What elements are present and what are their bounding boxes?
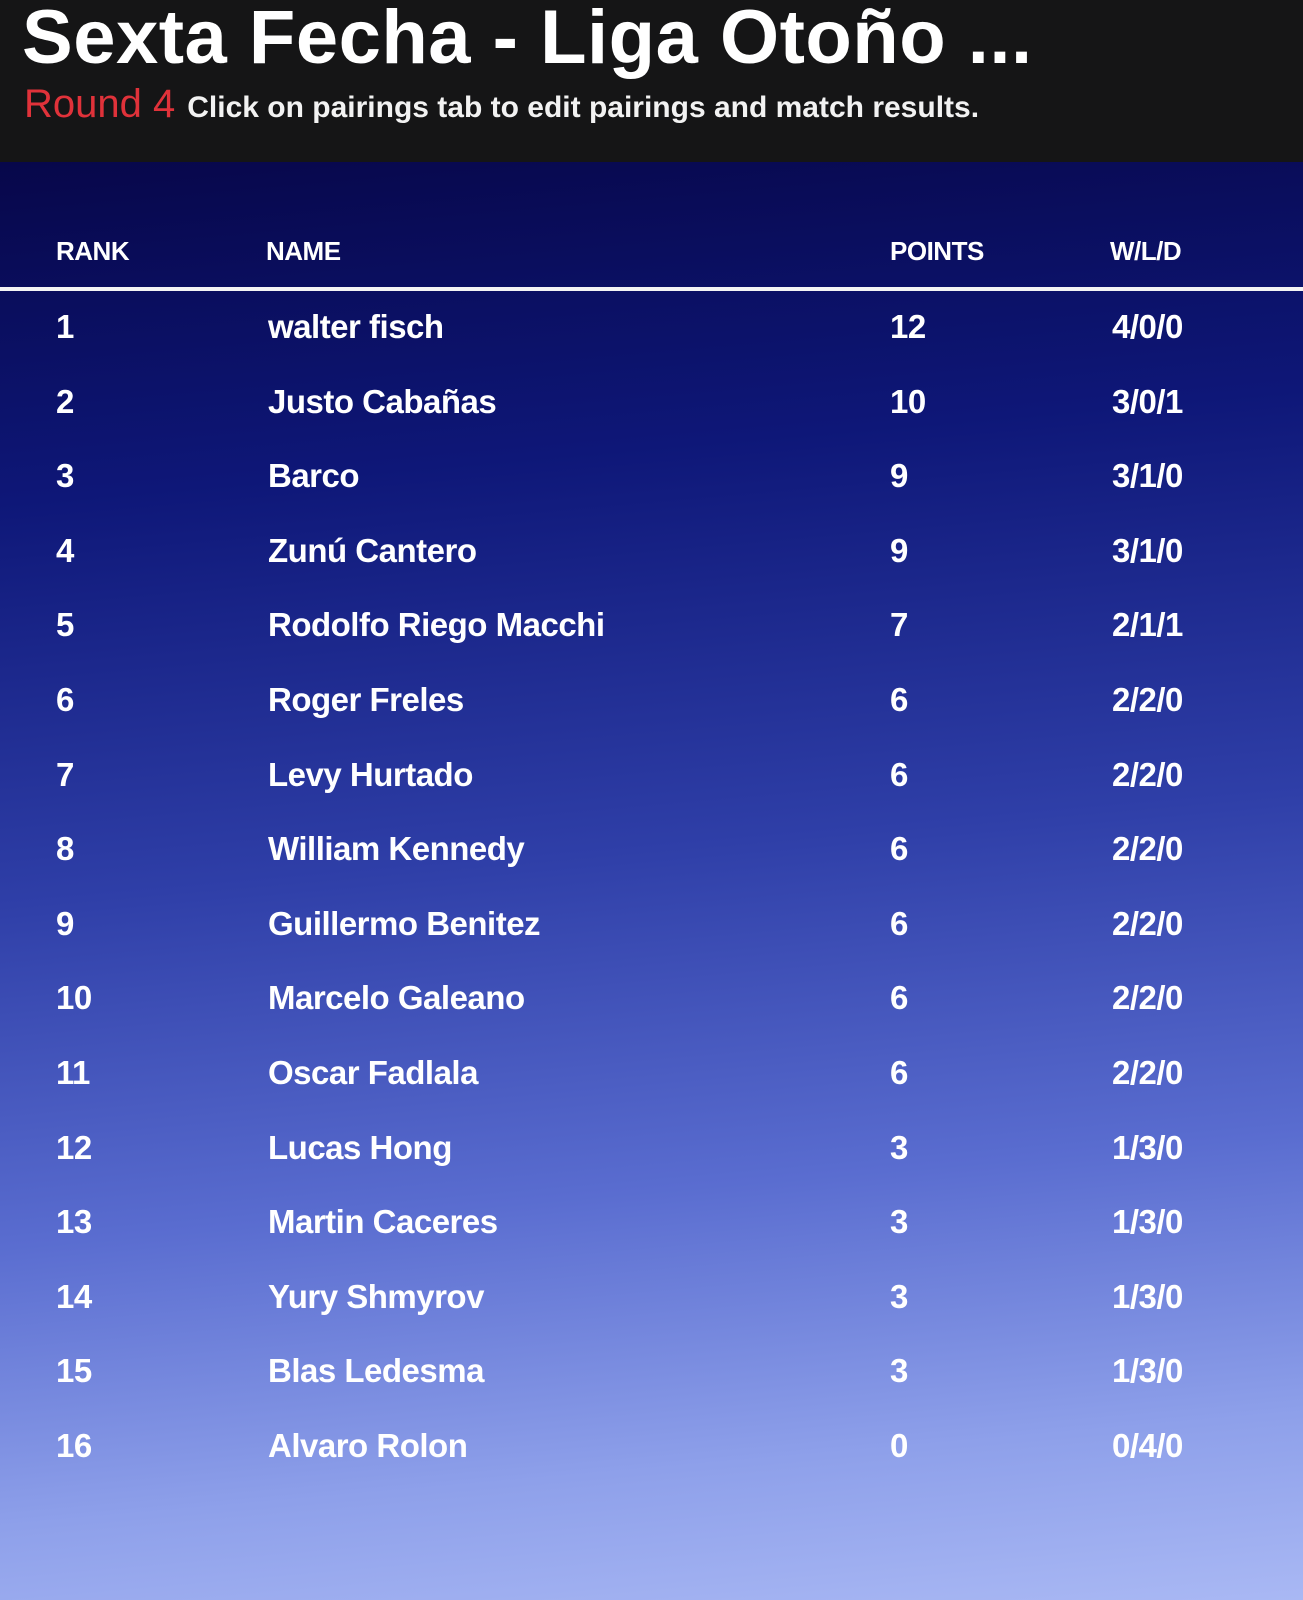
wld-cell: 3/1/0: [1112, 457, 1183, 495]
player-name-cell: Marcelo Galeano: [268, 979, 525, 1017]
player-name-cell: Justo Cabañas: [268, 382, 497, 420]
table-row[interactable]: 13 Martin Caceres 3 1/3/0: [0, 1187, 1303, 1261]
rank-cell: 5: [56, 606, 74, 644]
player-name-cell: Zunú Cantero: [268, 531, 477, 569]
player-name-cell: Oscar Fadlala: [268, 1054, 478, 1091]
rank-cell: 10: [56, 979, 92, 1017]
table-row[interactable]: 15 Blas Ledesma 3 1/3/0: [0, 1336, 1303, 1410]
table-row[interactable]: 5 Rodolfo Riego Macchi 7 2/1/1: [0, 590, 1303, 664]
round-info: Round 4 Click on pairings tab to edit pai…: [24, 82, 979, 127]
wld-cell: 3/1/0: [1112, 531, 1183, 569]
wld-cell: 1/3/0: [1112, 1277, 1183, 1315]
wld-cell: 4/0/0: [1112, 308, 1183, 345]
player-name-cell: William Kennedy: [268, 830, 525, 868]
points-cell: 6: [890, 904, 908, 942]
player-name-cell: Guillermo Benitez: [268, 904, 541, 942]
round-label: Round 4: [24, 82, 176, 126]
wld-cell: 1/3/0: [1112, 1203, 1183, 1241]
table-row[interactable]: 6 Roger Freles 6 2/2/0: [0, 665, 1303, 739]
header-divider: [0, 287, 1303, 291]
column-header-rank[interactable]: RANK: [56, 236, 130, 267]
wld-cell: 3/0/1: [1112, 382, 1183, 420]
pairings-instructions: Click on pairings tab to edit pairings a…: [187, 91, 980, 124]
rank-cell: 13: [56, 1203, 92, 1241]
table-row[interactable]: 12 Lucas Hong 3 1/3/0: [0, 1113, 1303, 1187]
points-cell: 6: [890, 681, 908, 718]
points-cell: 6: [890, 830, 908, 868]
points-cell: 3: [890, 1203, 908, 1241]
table-row[interactable]: 2 Justo Cabañas 10 3/0/1: [0, 367, 1303, 441]
points-cell: 6: [890, 979, 908, 1017]
table-row[interactable]: 10 Marcelo Galeano 6 2/2/0: [0, 963, 1303, 1037]
rank-cell: 7: [56, 755, 74, 793]
points-cell: 10: [890, 382, 926, 420]
rank-cell: 8: [56, 830, 74, 868]
rank-cell: 9: [56, 904, 74, 942]
rank-cell: 16: [56, 1427, 92, 1464]
table-row[interactable]: 4 Zunú Cantero 9 3/1/0: [0, 516, 1303, 590]
rank-cell: 12: [56, 1128, 92, 1166]
points-cell: 9: [890, 457, 908, 495]
player-name-cell: Barco: [268, 457, 360, 495]
points-cell: 12: [890, 308, 926, 345]
standings-screen: Sexta Fecha - Liga Otoño ... Round 4 Clic…: [0, 0, 1303, 1600]
table-row[interactable]: 3 Barco 9 3/1/0: [0, 441, 1303, 515]
table-row[interactable]: 16 Alvaro Rolon 0 0/4/0: [0, 1411, 1303, 1485]
points-cell: 3: [890, 1128, 908, 1166]
wld-cell: 2/1/1: [1112, 606, 1183, 644]
points-cell: 3: [890, 1277, 908, 1315]
points-cell: 7: [890, 606, 908, 644]
column-header-wld[interactable]: W/L/D: [1110, 236, 1182, 267]
points-cell: 6: [890, 755, 908, 793]
player-name-cell: Rodolfo Riego Macchi: [268, 606, 605, 644]
table-row[interactable]: 7 Levy Hurtado 6 2/2/0: [0, 740, 1303, 814]
player-name-cell: Roger Freles: [268, 681, 464, 718]
player-name-cell: Blas Ledesma: [268, 1352, 484, 1390]
column-header-name[interactable]: NAME: [266, 236, 341, 267]
wld-cell: 2/2/0: [1112, 979, 1183, 1017]
player-name-cell: Yury Shmyrov: [268, 1277, 484, 1315]
table-row[interactable]: 14 Yury Shmyrov 3 1/3/0: [0, 1262, 1303, 1336]
rank-cell: 1: [56, 308, 74, 345]
tournament-title: Sexta Fecha - Liga Otoño ...: [22, 0, 1033, 80]
header-bar: Sexta Fecha - Liga Otoño ... Round 4 Clic…: [0, 0, 1303, 162]
table-row[interactable]: 9 Guillermo Benitez 6 2/2/0: [0, 889, 1303, 963]
rank-cell: 3: [56, 457, 74, 495]
table-row[interactable]: 1 walter fisch 12 4/0/0: [0, 292, 1303, 366]
wld-cell: 2/2/0: [1112, 681, 1183, 718]
rank-cell: 14: [56, 1277, 92, 1315]
wld-cell: 0/4/0: [1112, 1427, 1183, 1464]
wld-cell: 2/2/0: [1112, 755, 1183, 793]
player-name-cell: Alvaro Rolon: [268, 1427, 468, 1464]
player-name-cell: Martin Caceres: [268, 1203, 498, 1241]
rank-cell: 4: [56, 531, 74, 569]
rank-cell: 2: [56, 382, 74, 420]
player-name-cell: walter fisch: [268, 308, 444, 345]
points-cell: 3: [890, 1352, 908, 1390]
rank-cell: 11: [56, 1054, 90, 1091]
rank-cell: 15: [56, 1352, 92, 1390]
player-name-cell: Lucas Hong: [268, 1128, 452, 1166]
points-cell: 6: [890, 1054, 908, 1091]
wld-cell: 2/2/0: [1112, 830, 1183, 868]
points-cell: 9: [890, 531, 908, 569]
points-cell: 0: [890, 1427, 908, 1464]
wld-cell: 1/3/0: [1112, 1128, 1183, 1166]
column-header-points[interactable]: POINTS: [890, 236, 984, 267]
table-row[interactable]: 8 William Kennedy 6 2/2/0: [0, 814, 1303, 888]
wld-cell: 1/3/0: [1112, 1352, 1183, 1390]
wld-cell: 2/2/0: [1112, 904, 1183, 942]
rank-cell: 6: [56, 681, 74, 718]
player-name-cell: Levy Hurtado: [268, 755, 473, 793]
table-row[interactable]: 11 Oscar Fadlala 6 2/2/0: [0, 1038, 1303, 1112]
wld-cell: 2/2/0: [1112, 1054, 1183, 1091]
